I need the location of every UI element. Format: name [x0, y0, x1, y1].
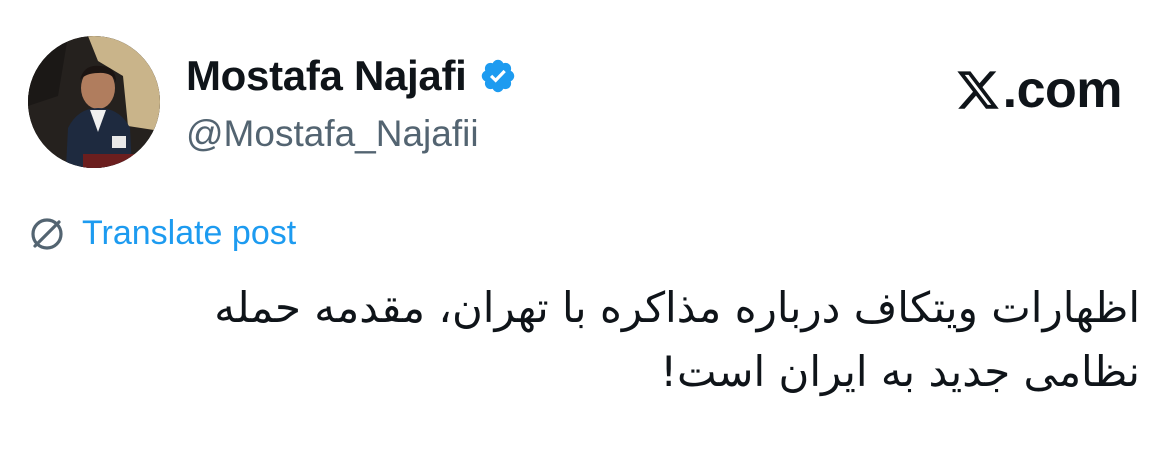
author-avatar[interactable] [28, 36, 160, 168]
translate-post-button[interactable]: Translate post [28, 214, 296, 253]
author-display-name[interactable]: Mostafa Najafi [186, 52, 467, 100]
post-line: نظامی جدید به ایران است! [660, 347, 1140, 396]
x-logo-icon [955, 67, 1001, 113]
post-text: اظهارات ویتکاف درباره مذاکره با تهران، م… [30, 276, 1140, 404]
verified-badge-icon [479, 57, 517, 95]
translate-post-label: Translate post [82, 214, 297, 252]
avatar-photo [28, 36, 160, 168]
author-handle[interactable]: @Mostafa_Najafii [186, 113, 479, 155]
post-line: اظهارات ویتکاف درباره مذاکره با تهران، م… [214, 283, 1140, 332]
site-label: .com [1002, 61, 1123, 119]
site-watermark: .com [955, 60, 1123, 120]
author-name-row: Mostafa Najafi [186, 52, 517, 100]
globe-icon [28, 215, 66, 253]
